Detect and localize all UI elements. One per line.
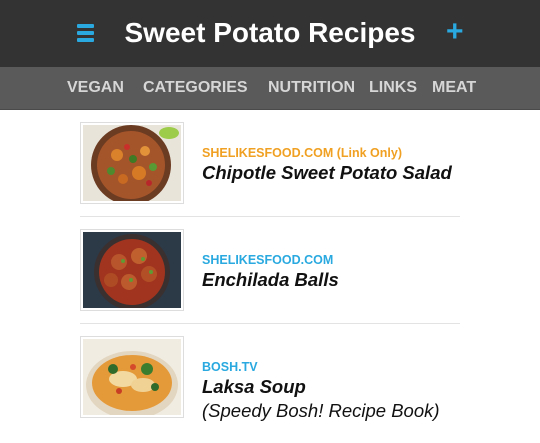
salad-bowl-image xyxy=(83,125,181,201)
recipe-source: SHELIKESFOOD.COM (Link Only) xyxy=(202,146,403,160)
recipe-item[interactable]: SHELIKESFOOD.COM (Link Only) Chipotle Sw… xyxy=(80,122,460,229)
recipe-source: SHELIKESFOOD.COM xyxy=(202,253,334,267)
recipe-source: BOSH.TV xyxy=(202,360,258,374)
recipe-item[interactable]: BOSH.TV Laksa Soup (Speedy Bosh! Recipe … xyxy=(80,336,460,443)
recipe-item[interactable]: SHELIKESFOOD.COM Enchilada Balls xyxy=(80,229,460,336)
add-recipe-button[interactable]: + xyxy=(446,14,464,50)
category-nav: VEGAN CATEGORIES NUTRITION LINKS MEAT xyxy=(0,67,540,110)
recipe-thumbnail xyxy=(80,122,184,204)
divider xyxy=(80,216,460,217)
recipe-thumbnail xyxy=(80,229,184,311)
recipe-subtitle: (Speedy Bosh! Recipe Book) xyxy=(202,400,440,421)
nav-item-vegan[interactable]: VEGAN xyxy=(67,79,124,97)
nav-item-meat[interactable]: MEAT xyxy=(432,79,476,97)
recipe-name: Chipotle Sweet Potato Salad xyxy=(202,162,452,183)
nav-item-nutrition[interactable]: NUTRITION xyxy=(268,79,355,97)
nav-item-links[interactable]: LINKS xyxy=(369,79,417,97)
laksa-soup-image xyxy=(83,339,181,415)
recipe-name: Laksa Soup xyxy=(202,376,306,397)
app-header: Sweet Potato Recipes + xyxy=(0,0,540,67)
enchilada-balls-image xyxy=(83,232,181,308)
nav-item-categories[interactable]: CATEGORIES xyxy=(143,79,248,97)
recipe-name: Enchilada Balls xyxy=(202,269,339,290)
divider xyxy=(80,323,460,324)
recipe-thumbnail xyxy=(80,336,184,418)
